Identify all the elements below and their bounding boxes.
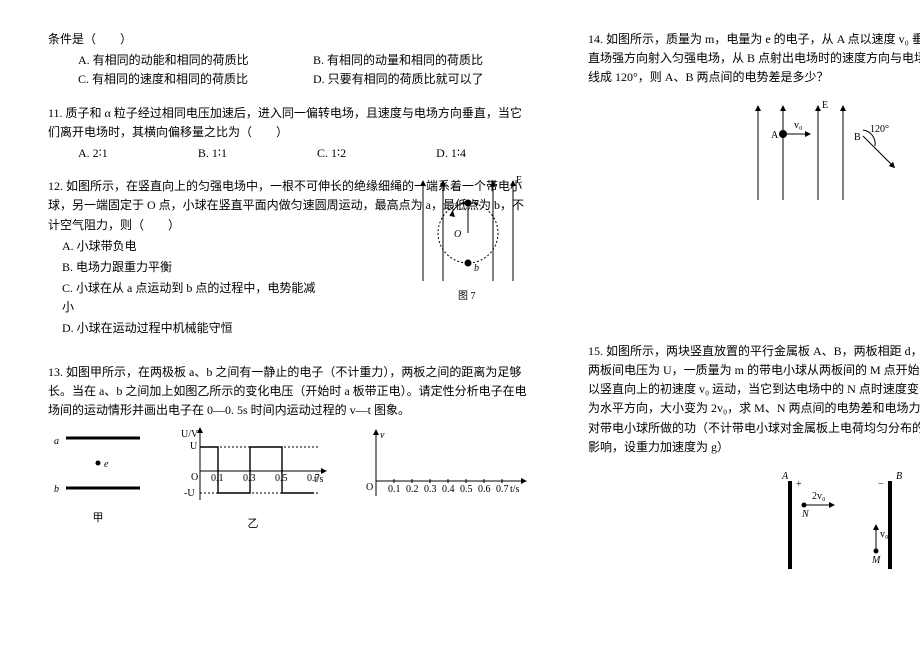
label-a: a (54, 436, 59, 447)
q12-optB: B. 电场力跟重力平衡 (62, 258, 322, 277)
label-B: B (854, 132, 861, 143)
q10-optD: D. 只要有相同的荷质比就可以了 (313, 70, 528, 89)
xt1: 0.2 (406, 484, 419, 495)
q10-stem: 条件是（ ） (48, 30, 528, 49)
q13-stem: 13. 如图甲所示，在两极板 a、b 之间有一静止的电子（不计重力），两板之间的… (48, 363, 528, 421)
t3: 0.3 (243, 473, 256, 484)
label-B: B (896, 471, 902, 482)
xt2: 0.3 (424, 484, 437, 495)
val-mU: -U (184, 488, 195, 499)
fig7-caption: 图 7 (458, 290, 476, 301)
q11: 11. 质子和 α 粒子经过相同电压加速后，进入同一偏转电场，且速度与电场方向垂… (48, 104, 528, 164)
xt0: 0.1 (388, 484, 401, 495)
axis-O2: O (366, 482, 373, 493)
q15: 15. 如图所示，两块竖直放置的平行金属板 A、B，两板相距 d，两板间电压为 … (588, 342, 920, 591)
q12-optC: C. 小球在从 a 点运动到 b 点的过程中，电势能减小 (62, 279, 322, 317)
q11-optC: C. 1∶2 (317, 144, 408, 163)
label-120: 120° (870, 124, 889, 135)
val-U: U (190, 441, 198, 452)
q14-stem: 14. 如图所示，质量为 m，电量为 e 的电子，从 A 点以速度 v₀ 垂直场… (588, 30, 920, 88)
q12-optD: D. 小球在运动过程中机械能守恒 (62, 319, 322, 338)
cap-jia: 甲 (48, 510, 148, 528)
label-M: M (871, 555, 881, 566)
q15-stem: 15. 如图所示，两块竖直放置的平行金属板 A、B，两板相距 d，两板间电压为 … (588, 342, 920, 457)
q11-stem: 11. 质子和 α 粒子经过相同电压加速后，进入同一偏转电场，且速度与电场方向垂… (48, 104, 528, 142)
fig-jia: e a b 甲 (48, 426, 148, 528)
q10-options: A. 有相同的动能和相同的荷质比 B. 有相同的动量和相同的荷质比 C. 有相同… (48, 51, 528, 89)
label-minus: − (878, 479, 884, 490)
label-A: A (771, 130, 779, 141)
label-plus: + (796, 479, 802, 490)
t7: 0.7 (307, 473, 320, 484)
q12-options: A. 小球带负电 B. 电场力跟重力平衡 C. 小球在从 a 点运动到 b 点的… (48, 237, 322, 339)
q13: 13. 如图甲所示，在两极板 a、b 之间有一静止的电子（不计重力），两板之间的… (48, 363, 528, 534)
t1: 0.1 (211, 473, 224, 484)
q11-optB: B. 1∶1 (198, 144, 289, 163)
xt6: 0.7 (496, 484, 509, 495)
axis-v: v (380, 430, 385, 441)
label-v0: v₀ (880, 529, 889, 540)
fig-vt: v O t/s 0.1 0.2 0.3 0.4 0.5 0.6 0.7 (358, 426, 528, 516)
fig-yi: U/V U -U O t/s 0.1 0.3 (178, 426, 328, 534)
q10-optC: C. 有相同的速度和相同的荷质比 (78, 70, 293, 89)
label-a: a (474, 197, 479, 208)
label-N: N (801, 509, 810, 520)
t5: 0.5 (275, 473, 288, 484)
label-e: e (104, 459, 109, 470)
xt5: 0.6 (478, 484, 491, 495)
axis-U: U/V (181, 429, 199, 440)
cap-yi: 乙 (178, 516, 328, 534)
q11-optD: D. 1∶4 (436, 144, 528, 163)
q12: 12. 如图所示，在竖直向上的匀强电场中，一根不可伸长的绝缘细绳的一端系着一个带… (48, 177, 528, 339)
label-2v0: 2v₀ (812, 491, 826, 502)
label-E: E (516, 175, 522, 186)
label-E: E (822, 100, 828, 111)
q10-optA: A. 有相同的动能和相同的荷质比 (78, 51, 293, 70)
label-b: b (474, 263, 479, 274)
label-b: b (54, 484, 59, 495)
q10: 条件是（ ） A. 有相同的动能和相同的荷质比 B. 有相同的动量和相同的荷质比… (48, 30, 528, 90)
xt4: 0.5 (460, 484, 473, 495)
q12-optA: A. 小球带负电 (62, 237, 322, 256)
q11-optA: A. 2∶1 (78, 144, 170, 163)
label-v0: v₀ (794, 120, 803, 131)
q10-optB: B. 有相同的动量和相同的荷质比 (313, 51, 528, 70)
q12-figure: E a b O 图 7 (408, 171, 528, 307)
q14-figure: E A v₀ B 120° (738, 96, 920, 222)
q15-figure: A B + − 2v₀ N v₀ M (768, 465, 920, 591)
label-A: A (781, 471, 789, 482)
axis-O: O (191, 472, 198, 483)
q11-options: A. 2∶1 B. 1∶1 C. 1∶2 D. 1∶4 (48, 144, 528, 163)
label-O: O (454, 229, 461, 240)
axis-ts2: t/s (510, 484, 520, 495)
xt3: 0.4 (442, 484, 455, 495)
q14: 14. 如图所示，质量为 m，电量为 e 的电子，从 A 点以速度 v₀ 垂直场… (588, 30, 920, 222)
